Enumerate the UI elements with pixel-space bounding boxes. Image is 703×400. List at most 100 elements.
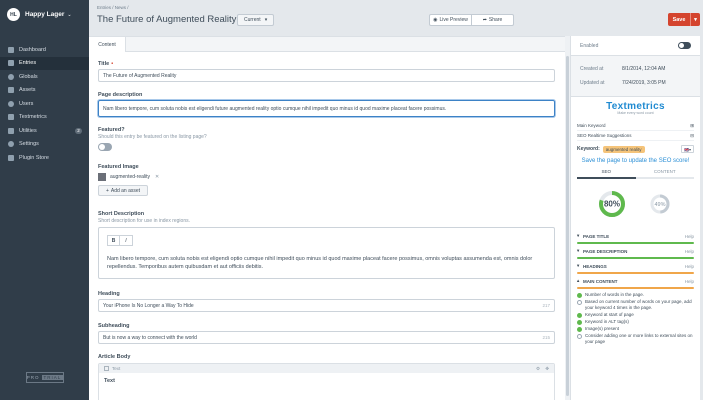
- nav-item-settings[interactable]: Settings: [0, 138, 89, 152]
- check-ok-icon: [577, 312, 582, 318]
- help-link[interactable]: Help: [685, 279, 694, 284]
- featured-image-label: Featured Image: [98, 164, 139, 170]
- heading-input[interactable]: Your iPhone Is No Longer a Way To Hide 21…: [98, 299, 555, 312]
- scroll-thumb[interactable]: [566, 56, 569, 396]
- featured-label: Featured?: [98, 127, 125, 133]
- meta-row-updated: Updated at 7/24/2019, 3:05 PM: [580, 76, 691, 90]
- featured-toggle[interactable]: [98, 143, 112, 151]
- breadcrumb[interactable]: Entries / News /: [97, 5, 129, 10]
- keyword-value[interactable]: augmented reality: [602, 145, 645, 153]
- chevron-down-icon: ⌄: [67, 11, 72, 18]
- eye-icon: ◉: [433, 17, 438, 23]
- page-header: Entries / News / The Future of Augmented…: [89, 0, 703, 36]
- italic-button[interactable]: I: [120, 235, 133, 246]
- page-description-field: Page description Nam libero tempore, cum…: [98, 92, 555, 117]
- check-ok-icon: [577, 319, 582, 325]
- help-link[interactable]: Help: [685, 234, 694, 239]
- seo-score: 80%: [604, 200, 620, 209]
- share-label: Share: [488, 17, 503, 23]
- tab-seo[interactable]: SEO: [577, 169, 636, 179]
- edition-badge[interactable]: PRO TRIAL: [26, 372, 64, 383]
- remove-icon[interactable]: ✕: [155, 174, 159, 180]
- tab-bar: Content: [89, 37, 565, 52]
- section-page-description[interactable]: ▾ PAGE DESCRIPTION Help: [577, 246, 694, 256]
- section-score-bar: [577, 257, 694, 259]
- main-keyword-row[interactable]: Main Keyword ⊞: [577, 121, 694, 131]
- site-name: Happy Lager: [25, 11, 65, 18]
- realtime-row[interactable]: SEO Realtime Suggestions ⊟: [577, 131, 694, 141]
- revision-menu-button[interactable]: Current ▾: [237, 14, 275, 26]
- short-description-text[interactable]: Nam libero tempore, cum soluta nobis est…: [107, 255, 546, 271]
- block-checkbox[interactable]: [104, 366, 109, 371]
- block-type-label: Text: [112, 366, 121, 371]
- short-description-label: Short Description: [98, 211, 145, 217]
- nav-item-utilities[interactable]: Utilities 2: [0, 124, 89, 138]
- section-label: PAGE DESCRIPTION: [583, 248, 628, 254]
- nav-item-plugin-store[interactable]: Plugin Store: [0, 151, 89, 165]
- title-input[interactable]: The Future of Augmented Reality: [98, 69, 555, 82]
- tab-content[interactable]: Content: [89, 37, 126, 52]
- globe-icon: [8, 73, 14, 80]
- title-label: Title •: [98, 61, 555, 67]
- edition-label: PRO: [26, 375, 40, 380]
- heading-value: Your iPhone Is No Longer a Way To Hide: [103, 302, 194, 309]
- keyword-row: Keyword: augmented reality 🇬🇧▾: [577, 145, 694, 153]
- section-headings[interactable]: ▾ HEADINGS Help: [577, 261, 694, 271]
- asset-item[interactable]: augmented-reality ✕: [98, 173, 555, 181]
- enabled-row: Enabled: [571, 36, 700, 56]
- nav-item-assets[interactable]: Assets: [0, 84, 89, 98]
- save-options-button[interactable]: ▾: [690, 13, 700, 26]
- help-link[interactable]: Help: [685, 249, 694, 254]
- add-asset-label: Add an asset: [110, 187, 141, 194]
- save-button[interactable]: Save: [668, 13, 690, 26]
- tab-content-score[interactable]: CONTENT: [635, 169, 694, 179]
- block-field-label: Text: [104, 378, 115, 384]
- short-description-field: Short Description Short description for …: [98, 211, 555, 279]
- nav-item-entries[interactable]: Entries: [0, 56, 89, 70]
- section-label: PAGE TITLE: [583, 233, 610, 239]
- chevron-down-icon: ▾: [264, 17, 268, 23]
- document-icon: [8, 60, 14, 67]
- asset-thumbnail: [98, 173, 106, 181]
- bold-button[interactable]: B: [107, 235, 120, 246]
- move-icon[interactable]: ✥: [545, 366, 549, 372]
- article-body-label: Article Body: [98, 354, 131, 360]
- add-asset-button[interactable]: + Add an asset: [98, 185, 148, 196]
- nav-item-textmetrics[interactable]: Textmetrics: [0, 111, 89, 125]
- check-text: Consider adding one or more links to ext…: [585, 333, 693, 344]
- textmetrics-icon: [8, 114, 14, 121]
- featured-field: Featured? Should this entry be featured …: [98, 127, 555, 151]
- check-item: Keyword at start of page: [577, 312, 694, 318]
- help-link[interactable]: Help: [685, 264, 694, 269]
- title-label-text: Title: [98, 61, 110, 67]
- enabled-toggle[interactable]: [678, 42, 691, 49]
- expand-icon: ⊞: [690, 122, 694, 128]
- revision-label: Current: [244, 17, 261, 23]
- created-value: 8/1/2014, 12:04 AM: [622, 66, 666, 72]
- section-score-bar: [577, 287, 694, 289]
- gear-icon[interactable]: ⚙: [536, 366, 540, 372]
- save-button-group: Save ▾: [668, 13, 700, 26]
- nav-item-dashboard[interactable]: Dashboard: [0, 43, 89, 57]
- gauge-icon: [8, 46, 14, 53]
- matrix-block-header[interactable]: Text ⚙ ✥: [99, 364, 554, 373]
- section-page-title[interactable]: ▾ PAGE TITLE Help: [577, 231, 694, 241]
- nav-item-users[interactable]: Users: [0, 97, 89, 111]
- preview-share-group: ◉ Live Preview ➦ Share: [429, 14, 514, 26]
- language-flag-icon[interactable]: 🇬🇧▾: [681, 145, 694, 153]
- edition-status: TRIAL: [41, 375, 64, 380]
- page-description-input[interactable]: Nam libero tempore, cum soluta nobis est…: [98, 100, 555, 117]
- short-description-editor[interactable]: B I Nam libero tempore, cum soluta nobis…: [98, 227, 555, 279]
- share-button[interactable]: ➦ Share: [471, 15, 513, 25]
- site-switcher[interactable]: HL Happy Lager ⌄: [7, 8, 72, 21]
- nav-label: Textmetrics: [19, 114, 47, 121]
- section-main-content[interactable]: ▴ MAIN CONTENT Help: [577, 276, 694, 286]
- nav-item-globals[interactable]: Globals: [0, 70, 89, 84]
- live-preview-button[interactable]: ◉ Live Preview: [430, 15, 471, 25]
- check-text: Image(s) present: [585, 326, 620, 331]
- check-item: Image(s) present: [577, 326, 694, 332]
- utilities-badge: 2: [75, 127, 82, 134]
- featured-image-field: Featured Image augmented-reality ✕ + Add …: [98, 164, 555, 196]
- entry-meta: Created at 8/1/2014, 12:04 AM Updated at 7…: [571, 56, 700, 97]
- subheading-input[interactable]: But is now a way to connect with the wor…: [98, 331, 555, 344]
